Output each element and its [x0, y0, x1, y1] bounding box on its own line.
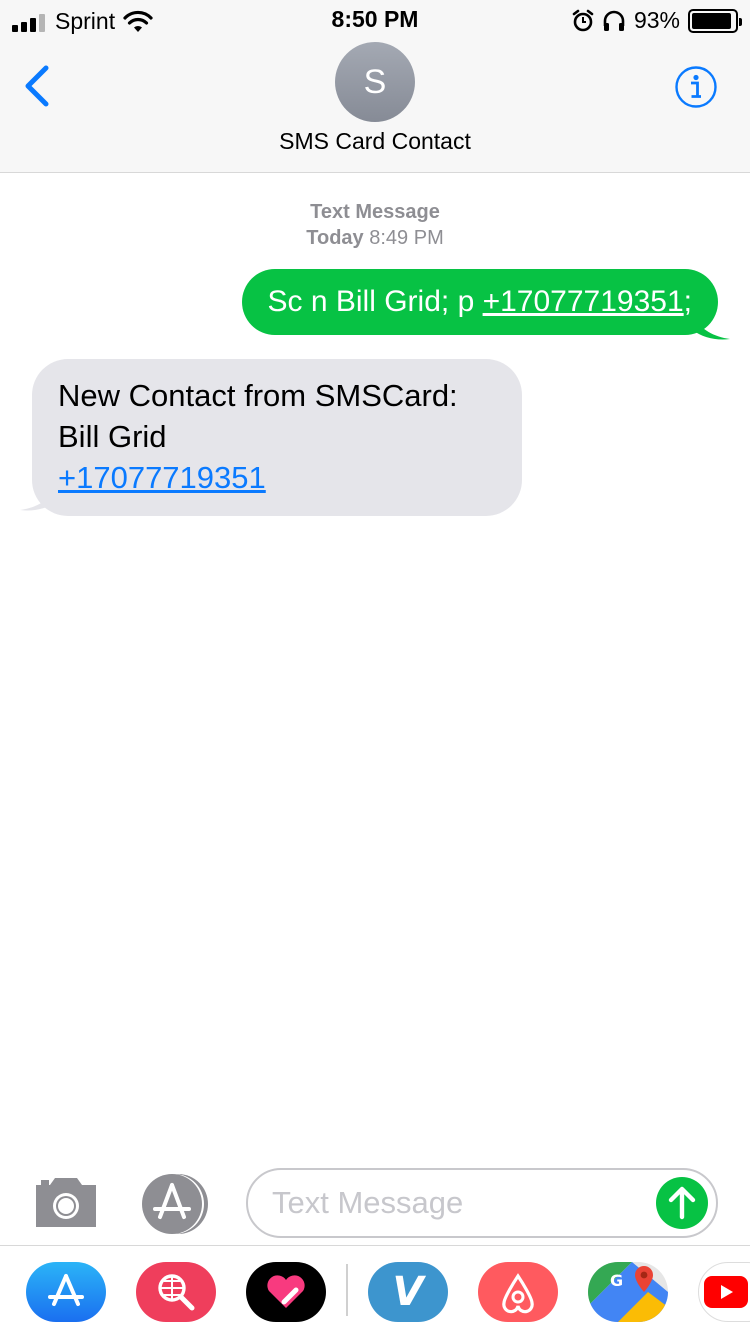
venmo-icon[interactable]: V: [368, 1262, 448, 1322]
incoming-bubble-tail: [20, 488, 56, 511]
time-label: 8:49 PM: [369, 227, 444, 249]
imessage-app-drawer: V G: [0, 1245, 750, 1334]
send-button[interactable]: [656, 1177, 708, 1229]
message-text-field[interactable]: [246, 1168, 718, 1238]
airbnb-glyph: [502, 1273, 534, 1314]
incoming-message-line2: Bill Grid: [58, 419, 167, 454]
drawer-divider: [346, 1264, 348, 1316]
battery-icon: [688, 8, 742, 33]
outgoing-bubble-tail: [694, 317, 730, 340]
status-bar: Sprint 8:50 PM 93%: [0, 0, 750, 40]
outgoing-message-bubble[interactable]: Sc n Bill Grid; p +17077719351;: [241, 269, 718, 335]
search-globe-icon[interactable]: [136, 1262, 216, 1322]
info-icon[interactable]: [674, 65, 718, 109]
headphones-icon: [603, 10, 625, 31]
arrow-up-icon: [668, 1186, 696, 1220]
heart-glyph: [267, 1275, 305, 1308]
service-label: Text Message: [310, 201, 440, 223]
avatar-initial: S: [363, 62, 387, 101]
back-chevron-icon[interactable]: [18, 64, 58, 108]
app-store-drawer-icon[interactable]: [140, 1171, 212, 1237]
compose-bar: [0, 1163, 750, 1245]
globe-magnifier-glyph: [158, 1274, 195, 1311]
google-maps-glyph: G: [588, 1262, 668, 1322]
youtube-icon[interactable]: [698, 1262, 750, 1322]
outgoing-message-suffix: ;: [683, 285, 692, 318]
contact-avatar[interactable]: S: [335, 42, 415, 122]
battery-fill: [692, 12, 732, 29]
google-maps-icon[interactable]: G: [588, 1262, 668, 1322]
message-input[interactable]: [272, 1180, 652, 1226]
digital-touch-icon[interactable]: [246, 1262, 326, 1322]
app-store-icon[interactable]: [26, 1262, 106, 1322]
day-label: Today: [306, 227, 364, 249]
venmo-glyph: V: [392, 1269, 424, 1315]
incoming-message-line1: New Contact from SMSCard:: [58, 378, 458, 413]
airbnb-icon[interactable]: [478, 1262, 558, 1322]
contact-name[interactable]: SMS Card Contact: [0, 128, 750, 155]
conversation-header: S SMS Card Contact: [0, 40, 750, 173]
incoming-message-bubble[interactable]: New Contact from SMSCard: Bill Grid +170…: [32, 359, 522, 516]
battery-percent: 93%: [633, 7, 680, 33]
date-time-label: Today 8:49 PM: [0, 225, 750, 251]
message-timestamp: Text Message Today 8:49 PM: [0, 199, 750, 251]
outgoing-message-text: Sc n Bill Grid; p: [267, 285, 483, 318]
camera-icon[interactable]: [32, 1175, 100, 1229]
incoming-phone-link[interactable]: +17077719351: [58, 460, 266, 495]
app-store-glyph: [48, 1274, 84, 1306]
youtube-glyph: [704, 1276, 748, 1308]
message-thread[interactable]: Text Message Today 8:49 PM Sc n Bill Gri…: [0, 173, 750, 1163]
status-right: 93%: [572, 7, 742, 34]
svg-text:G: G: [610, 1271, 623, 1290]
alarm-icon: [572, 9, 594, 31]
outgoing-phone-link[interactable]: +17077719351: [483, 285, 684, 318]
